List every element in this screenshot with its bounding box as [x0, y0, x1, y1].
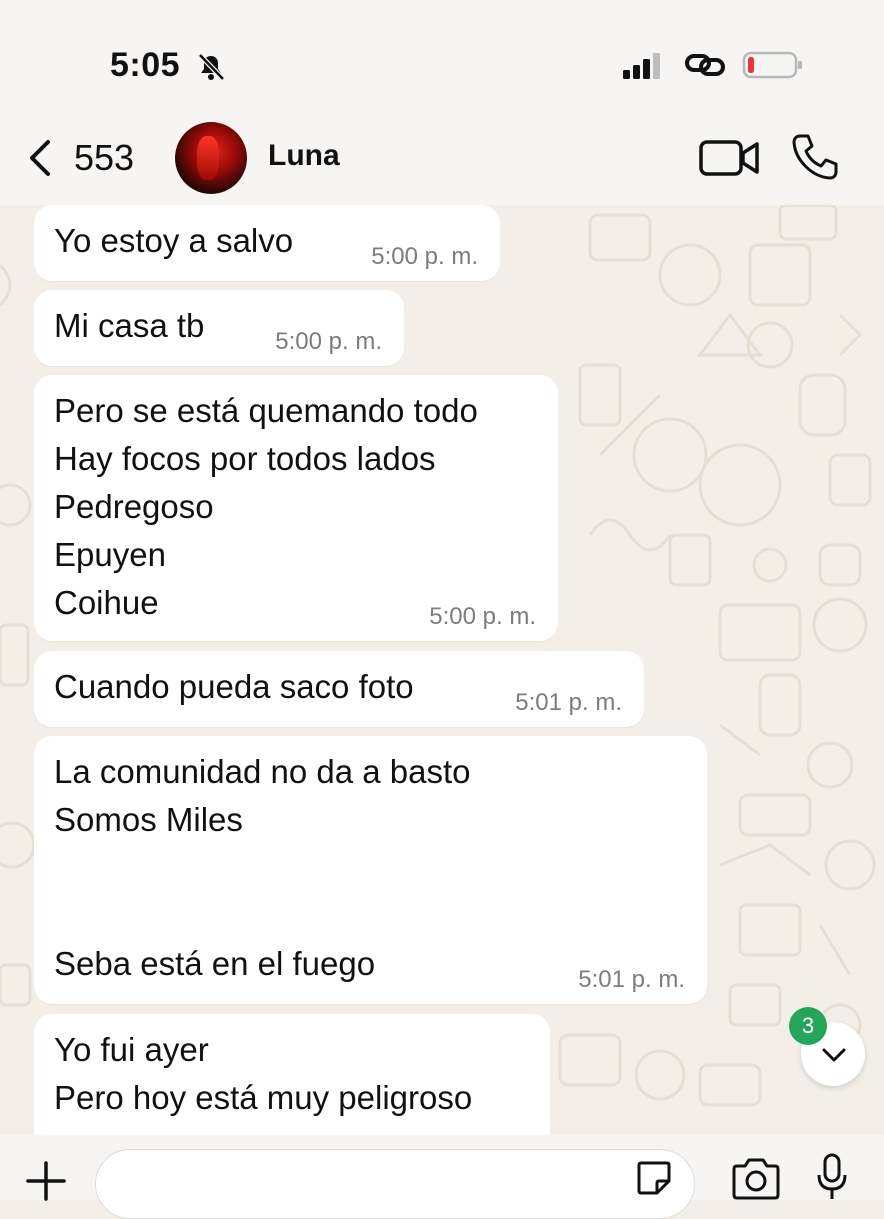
message-bubble[interactable]: Yo estoy a salvo 5:00 p. m.	[34, 205, 500, 281]
chat-header: 553 Luna	[0, 110, 884, 205]
message-time: 5:00 p. m.	[275, 328, 382, 355]
bell-slash-icon	[198, 53, 225, 81]
message-time: 5:00 p. m.	[371, 243, 478, 270]
message-time: 5:01 p. m.	[578, 966, 685, 993]
chevron-left-icon[interactable]	[24, 138, 54, 178]
battery-low-icon	[742, 51, 802, 79]
message-time: 5:00 p. m.	[429, 603, 536, 630]
message-text: La comunidad no da a basto Somos Miles S…	[54, 753, 471, 982]
unread-badge: 3	[789, 1007, 827, 1045]
status-time: 5:05	[110, 46, 181, 84]
message-input[interactable]	[95, 1149, 695, 1219]
contact-name[interactable]: Luna	[268, 139, 340, 173]
composer-bar	[0, 1135, 884, 1219]
message-text: Yo estoy a salvo	[54, 222, 294, 259]
message-bubble[interactable]: La comunidad no da a basto Somos Miles S…	[34, 736, 707, 1004]
signal-icon	[623, 53, 660, 79]
video-camera-icon[interactable]	[698, 136, 760, 180]
link-icon	[685, 54, 725, 76]
back-unread-count[interactable]: 553	[74, 137, 134, 179]
chevron-down-icon	[822, 1048, 846, 1062]
status-bar: 5:05	[0, 0, 884, 110]
chat-area[interactable]: Yo estoy a salvo 5:00 p. m. Mi casa tb 5…	[0, 205, 884, 1135]
sticker-icon[interactable]	[635, 1159, 673, 1197]
message-bubble[interactable]: Pero se está quemando todo Hay focos por…	[34, 375, 558, 641]
message-text: Yo fui ayer Pero hoy está muy peligroso	[54, 1031, 473, 1116]
microphone-icon[interactable]	[815, 1153, 849, 1203]
message-bubble[interactable]: Cuando pueda saco foto 5:01 p. m.	[34, 651, 644, 727]
message-text: Cuando pueda saco foto	[54, 668, 414, 705]
message-text: Pero se está quemando todo Hay focos por…	[54, 392, 478, 621]
message-bubble[interactable]: Yo fui ayer Pero hoy está muy peligroso	[34, 1014, 550, 1135]
phone-icon[interactable]	[790, 132, 840, 182]
plus-icon[interactable]	[26, 1161, 66, 1201]
message-time: 5:01 p. m.	[515, 689, 622, 716]
camera-icon[interactable]	[730, 1157, 782, 1201]
message-bubble[interactable]: Mi casa tb 5:00 p. m.	[34, 290, 404, 366]
message-text: Mi casa tb	[54, 307, 205, 344]
avatar[interactable]	[175, 122, 247, 194]
